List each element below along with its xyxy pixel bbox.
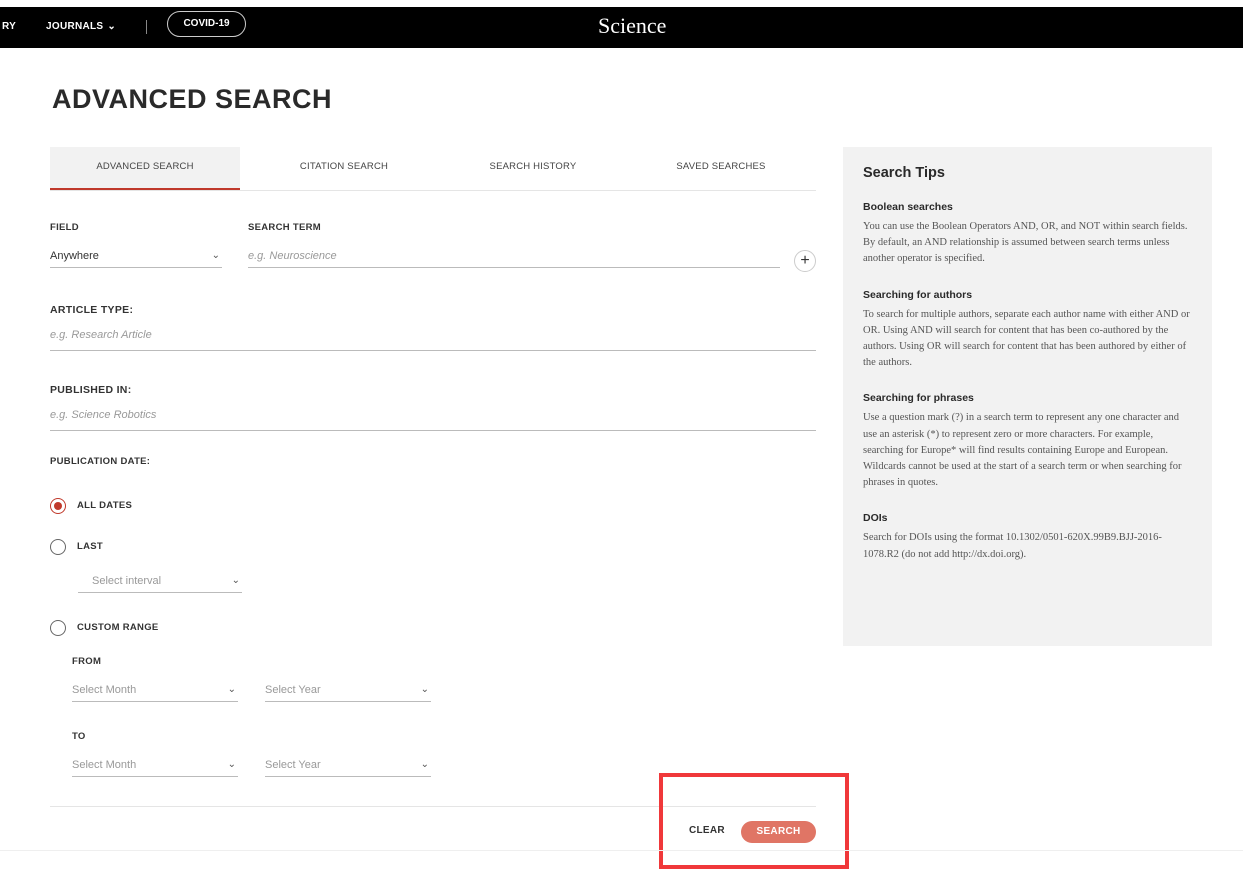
from-month-value: Select Month [72, 684, 137, 696]
clear-button[interactable]: CLEAR [689, 825, 725, 836]
interval-select[interactable]: Select interval ⌄ [78, 571, 242, 593]
radio-button-checked[interactable] [50, 498, 66, 514]
radio-last-label: LAST [77, 541, 104, 552]
journals-menu[interactable]: JOURNALS ⌄ [46, 21, 116, 32]
tip-heading: Boolean searches [863, 201, 953, 213]
tip-heading: DOIs [863, 512, 888, 525]
chevron-down-icon: ⌄ [227, 684, 236, 695]
tip-body: To search for multiple authors, separate… [863, 308, 1190, 369]
from-year-select[interactable]: Select Year ⌄ [265, 680, 431, 702]
nav-item-truncated[interactable]: RY [2, 21, 16, 32]
tip-body: You can use the Boolean Operators AND, O… [863, 221, 1188, 265]
field-label: FIELD [50, 222, 79, 233]
search-button[interactable]: SEARCH [741, 821, 816, 843]
top-nav-bar: RY JOURNALS ⌄ COVID-19 Science [0, 7, 1243, 48]
to-year-value: Select Year [265, 759, 321, 771]
tab-saved-searches[interactable]: SAVED SEARCHES [626, 147, 816, 191]
journals-label: JOURNALS [46, 21, 104, 32]
chevron-down-icon: ⌄ [420, 759, 429, 770]
to-year-select[interactable]: Select Year ⌄ [265, 755, 431, 777]
from-month-select[interactable]: Select Month ⌄ [72, 680, 238, 702]
search-term-label: SEARCH TERM [248, 222, 321, 233]
chevron-down-icon: ⌄ [420, 684, 429, 695]
search-tips-title: Search Tips [863, 165, 945, 181]
interval-select-value: Select interval [92, 575, 162, 587]
footer-divider [0, 850, 1243, 851]
add-row-button[interactable]: + [794, 250, 816, 272]
tip-heading: Searching for authors [863, 288, 973, 301]
tab-citation-search[interactable]: CITATION SEARCH [249, 147, 439, 191]
page-title: ADVANCED SEARCH [52, 84, 333, 114]
science-logo[interactable]: Science [598, 13, 666, 39]
to-month-value: Select Month [72, 759, 137, 771]
field-select[interactable]: Anywhere ⌄ [50, 246, 222, 268]
covid-19-button[interactable]: COVID-19 [167, 11, 246, 37]
nav-divider [146, 20, 147, 34]
to-label: TO [72, 731, 86, 742]
from-label: FROM [72, 656, 102, 667]
radio-custom-range-label: CUSTOM RANGE [77, 622, 159, 633]
chevron-down-icon: ⌄ [211, 250, 220, 261]
search-tabs: ADVANCED SEARCH CITATION SEARCH SEARCH H… [50, 147, 816, 191]
field-select-value: Anywhere [50, 250, 99, 262]
published-in-label: PUBLISHED IN: [50, 384, 132, 396]
radio-button[interactable] [50, 620, 66, 636]
chevron-down-icon: ⌄ [227, 759, 236, 770]
chevron-down-icon: ⌄ [107, 21, 117, 32]
plus-icon: + [800, 252, 810, 269]
tab-search-history[interactable]: SEARCH HISTORY [438, 147, 628, 191]
chevron-down-icon: ⌄ [231, 575, 240, 586]
form-divider [50, 806, 816, 807]
tab-advanced-search[interactable]: ADVANCED SEARCH [50, 147, 240, 190]
article-type-label: ARTICLE TYPE: [50, 304, 134, 316]
tip-heading: Searching for phrases [863, 392, 974, 405]
radio-button[interactable] [50, 539, 66, 555]
tip-body: Use a question mark (?) in a search term… [863, 412, 1182, 489]
article-type-input[interactable]: e.g. Research Article [50, 325, 816, 351]
published-in-input[interactable]: e.g. Science Robotics [50, 405, 816, 431]
radio-all-dates-label: ALL DATES [77, 500, 133, 511]
search-tips-panel: Search Tips Boolean searches You can use… [843, 147, 1212, 646]
publication-date-label: PUBLICATION DATE: [50, 456, 151, 467]
tip-body: Search for DOIs using the format 10.1302… [863, 532, 1162, 560]
from-year-value: Select Year [265, 684, 321, 696]
search-term-input[interactable]: e.g. Neuroscience [248, 246, 780, 268]
to-month-select[interactable]: Select Month ⌄ [72, 755, 238, 777]
